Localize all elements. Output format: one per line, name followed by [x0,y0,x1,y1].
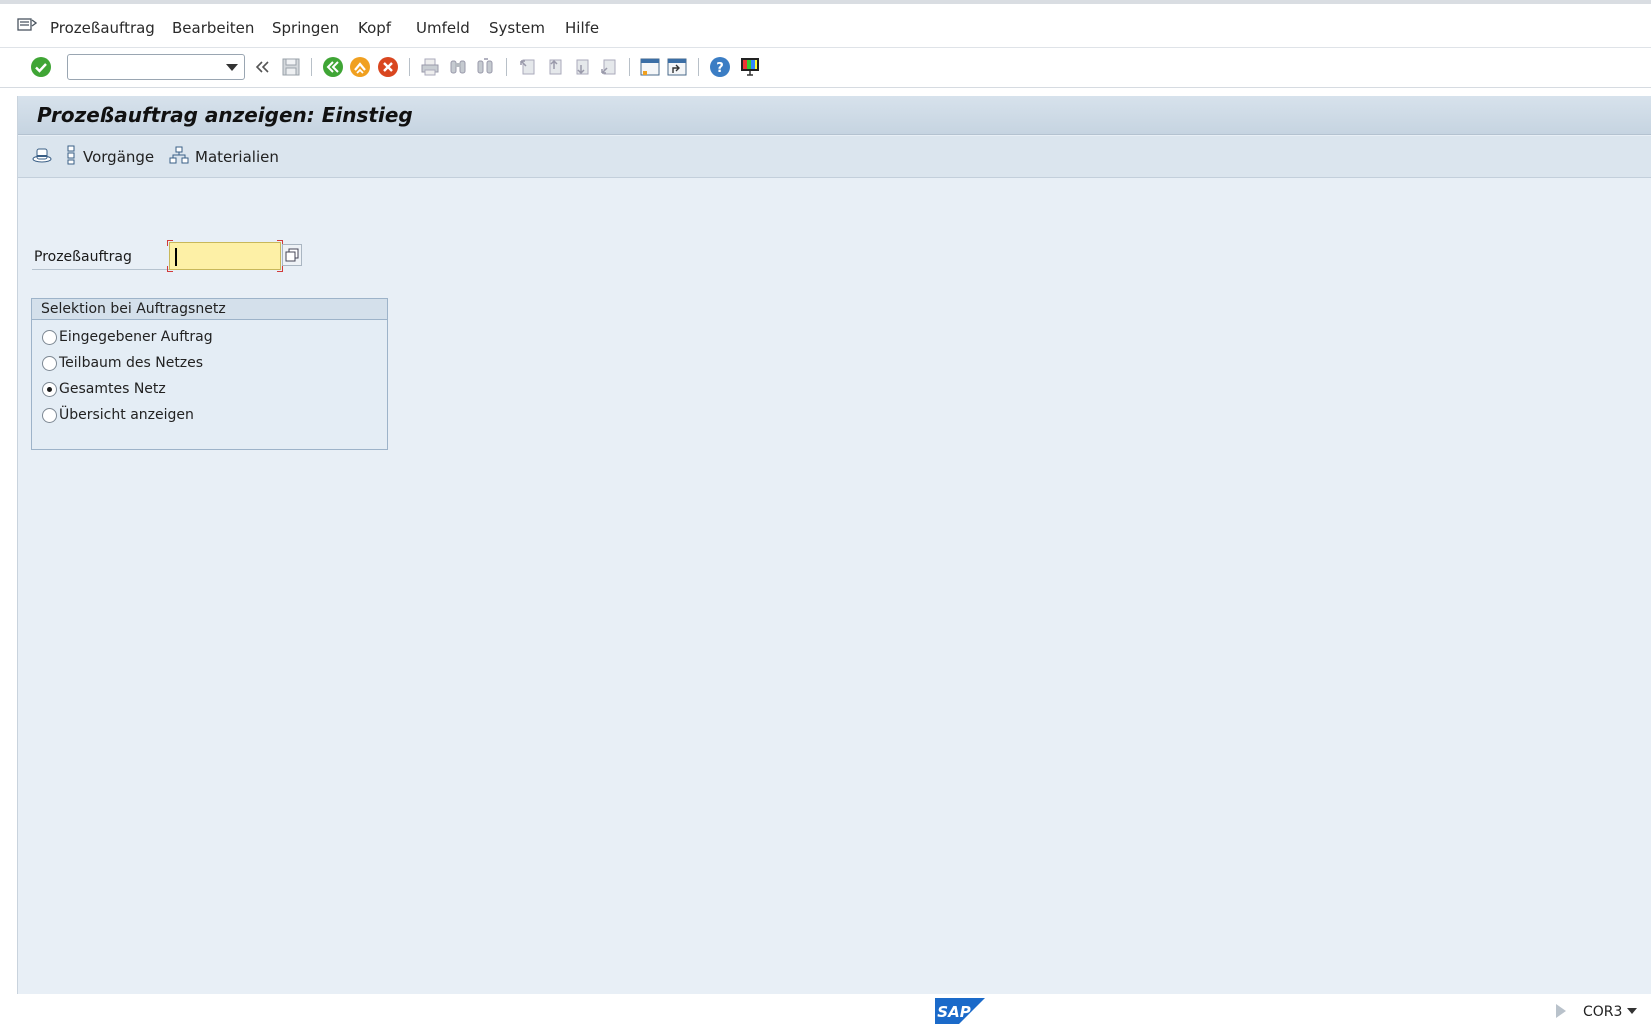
system-toolbar: ? [0,48,1651,88]
order-field [167,240,303,272]
svg-text:SAP: SAP [937,1003,970,1021]
main-frame: Prozeßauftrag anzeigen: Einstieg Vorgäng… [17,96,1651,994]
page-title: Prozeßauftrag anzeigen: Einstieg [37,103,413,127]
operations-button[interactable]: Vorgänge [65,145,155,169]
customize-layout-icon[interactable] [737,54,763,80]
play-icon[interactable] [1556,1004,1566,1018]
command-field[interactable] [67,54,245,80]
print-icon[interactable] [417,54,443,80]
text-caret [175,248,177,266]
svg-text:?: ? [716,61,724,76]
menu-list-icon[interactable] [17,17,38,33]
find-icon[interactable] [445,54,471,80]
find-next-icon[interactable] [472,54,498,80]
menu-system[interactable]: System [489,19,545,37]
radio-entire-network[interactable]: Gesamtes Netz [42,378,166,400]
hat-icon [31,145,53,169]
radio-button[interactable] [42,329,57,345]
radio-button[interactable] [42,355,57,371]
create-shortcut-icon[interactable] [664,54,690,80]
toolbar-separator [506,58,507,76]
title-bar: Prozeßauftrag anzeigen: Einstieg [18,96,1651,135]
selection-groupbox-title: Selektion bei Auftragsnetz [32,299,387,320]
order-field-label: Prozeßauftrag [32,246,182,270]
radio-button[interactable] [42,407,57,423]
application-toolbar: Vorgänge Materialien [18,136,1651,178]
last-page-icon[interactable] [595,54,621,80]
radio-label: Eingegebener Auftrag [59,329,213,345]
back-icon[interactable] [320,54,346,80]
toolbar-separator [311,58,312,76]
radio-label: Teilbaum des Netzes [59,355,204,371]
next-page-icon[interactable] [568,54,594,80]
materials-button[interactable]: Materialien [169,146,279,168]
materials-label: Materialien [195,148,279,166]
radio-label: Gesamtes Netz [59,381,166,397]
exit-icon[interactable] [347,54,373,80]
help-icon[interactable]: ? [707,54,733,80]
radio-button[interactable] [42,381,57,397]
toolbar-separator [629,58,630,76]
cancel-icon[interactable] [375,54,401,80]
chevron-down-icon[interactable] [1627,1008,1637,1014]
display-order-button[interactable] [31,146,53,168]
value-help-icon [285,248,299,262]
menu-kopf[interactable]: Kopf [358,19,391,37]
radio-show-overview[interactable]: Übersicht anzeigen [42,404,194,426]
focus-marker [167,266,173,272]
hierarchy-icon [169,146,189,168]
system-transaction-label: COR3 [1583,1004,1623,1020]
sap-logo: SAP [935,998,985,1024]
operations-icon [65,145,77,169]
order-input[interactable] [170,243,280,269]
chevron-down-icon[interactable] [226,64,238,71]
first-page-icon[interactable] [514,54,540,80]
menu-prozessauftrag[interactable]: Prozeßauftrag [50,19,155,37]
value-help-button[interactable] [282,244,302,266]
radio-entered-order[interactable]: Eingegebener Auftrag [42,326,213,348]
menu-umfeld[interactable]: Umfeld [416,19,470,37]
radio-subtree[interactable]: Teilbaum des Netzes [42,352,203,374]
menu-hilfe[interactable]: Hilfe [565,19,599,37]
menu-springen[interactable]: Springen [272,19,339,37]
order-input-box[interactable] [167,240,283,272]
toolbar-separator [409,58,410,76]
selection-groupbox: Selektion bei Auftragsnetz Eingegebener … [31,298,388,450]
toolbar-separator [698,58,699,76]
menu-bar: Prozeßauftrag Bearbeiten Springen Kopf U… [0,0,1651,48]
back-double-icon[interactable] [250,54,276,80]
command-input[interactable] [72,56,222,78]
enter-icon[interactable] [28,54,54,80]
new-session-icon[interactable] [637,54,663,80]
save-icon[interactable] [278,54,304,80]
radio-label: Übersicht anzeigen [59,407,194,423]
status-bar: SAP COR3 [0,994,1651,1029]
previous-page-icon[interactable] [541,54,567,80]
menu-bearbeiten[interactable]: Bearbeiten [172,19,254,37]
focus-marker [167,240,173,246]
operations-label: Vorgänge [83,148,155,166]
